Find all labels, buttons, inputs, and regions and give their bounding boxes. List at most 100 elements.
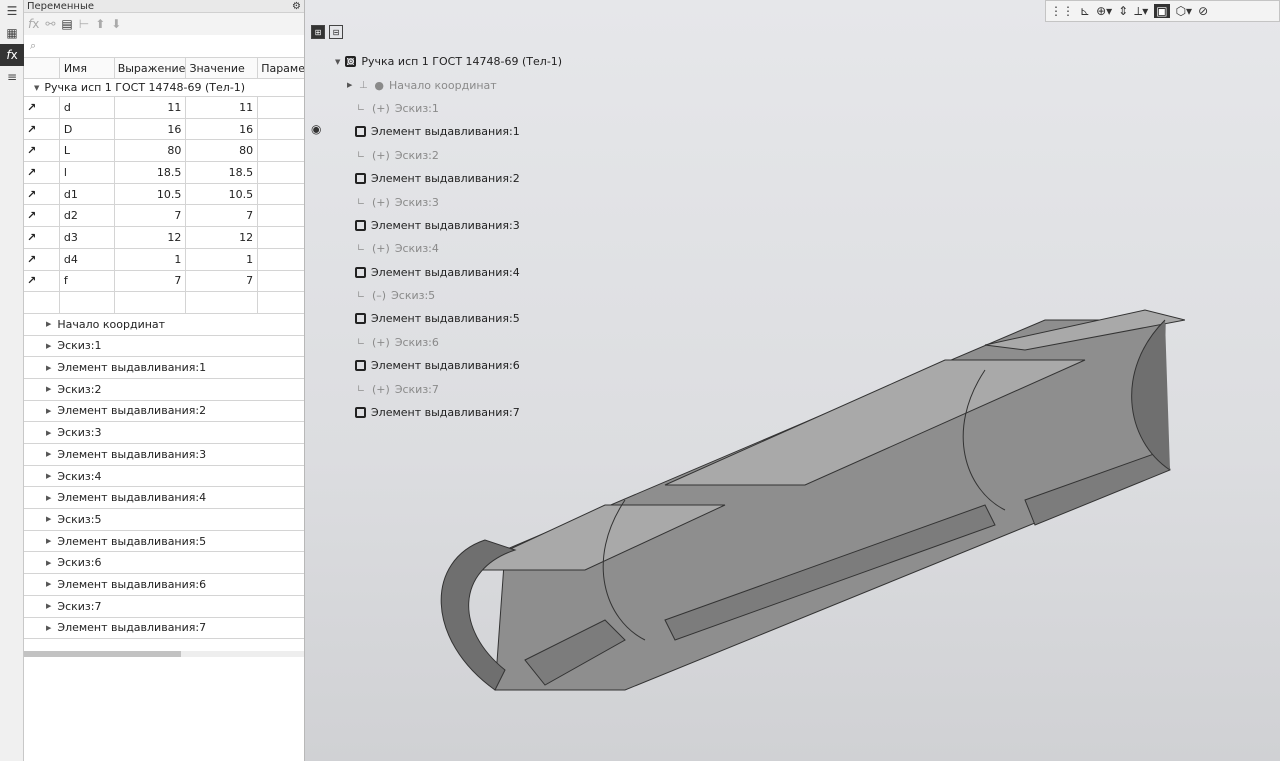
tree-list-icon[interactable]: ⊟ [329,25,343,39]
expand-triangle-icon[interactable]: ▶ [46,559,51,567]
expand-triangle-icon[interactable]: ▶ [46,472,51,480]
tree-sketch-node[interactable]: ∟ (+) Эскиз:3 [335,190,562,213]
3d-model-handle[interactable] [425,300,1185,700]
variable-expression[interactable]: 1 [115,248,187,270]
header-value[interactable]: Значение [186,58,259,78]
variable-name[interactable]: d3 [60,227,115,248]
header-name[interactable]: Имя [60,58,115,78]
expand-triangle-icon[interactable]: ▶ [347,81,352,89]
header-expression[interactable]: Выражение [115,58,187,78]
table-icon[interactable]: ▤ [61,17,72,31]
variable-expression[interactable]: 18.5 [115,162,187,183]
variable-name[interactable]: l [60,162,115,183]
display-cube-icon[interactable]: ▣ [1154,4,1170,18]
variable-name[interactable]: D [60,118,115,140]
hide-icon[interactable]: ⊘ [1198,4,1208,18]
expand-triangle-icon[interactable]: ▶ [46,385,51,393]
variable-name[interactable]: f [60,270,115,292]
expand-triangle-icon[interactable]: ▶ [46,624,51,632]
table-row[interactable]: ↗ d3 12 12 [24,227,304,249]
expand-triangle-icon[interactable]: ▶ [46,342,51,350]
list-item[interactable]: ▶ Элемент выдавливания:3 [24,444,304,466]
expand-triangle-icon[interactable]: ▶ [46,364,51,372]
expand-triangle-icon[interactable]: ▶ [46,450,51,458]
tree-sketch-node[interactable]: ∟ (+) Эскиз:1 [335,97,562,120]
variable-expression[interactable]: 16 [115,118,187,140]
expand-triangle-icon[interactable]: ▶ [46,580,51,588]
tree-sketch-node[interactable]: ∟ (+) Эскиз:4 [335,237,562,260]
list-item[interactable]: ▶ Элемент выдавливания:2 [24,400,304,423]
collapse-triangle-icon[interactable]: ▼ [335,58,340,66]
list-item[interactable]: ▶ Эскиз:5 [24,509,304,531]
table-row[interactable]: ↗ L 80 80 [24,140,304,163]
variable-name[interactable]: d [60,97,115,118]
tree-feature-node[interactable]: Элемент выдавливания:4 [335,261,562,284]
table-row[interactable]: ↗ d1 10.5 10.5 [24,183,304,206]
tree-root[interactable]: ▼ ◎ Ручка исп 1 ГОСТ 14748-69 (Тел-1) [335,50,562,73]
tree-origin[interactable]: ▶ ⊥ ● Начало координат [335,73,562,96]
arrow-up-icon[interactable]: ⬆ [95,17,105,31]
properties-panel-icon[interactable]: ▦ [0,22,24,44]
table-row[interactable]: ↗ d 11 11 [24,97,304,119]
list-item[interactable]: ▶ Элемент выдавливания:1 [24,357,304,379]
variable-expression[interactable]: 80 [115,140,187,162]
settings-gear-icon[interactable]: ⚙ [292,1,301,12]
zoom-icon[interactable]: ⊕▾ [1096,4,1112,18]
expand-triangle-icon[interactable]: ▶ [46,602,51,610]
tree-structure-icon[interactable]: ⊞ [311,25,325,39]
expand-triangle-icon[interactable]: ▶ [46,537,51,545]
visibility-eye-icon[interactable]: ◉ [311,122,321,136]
variable-expression[interactable]: 11 [115,97,187,118]
table-row[interactable]: ↗ f 7 7 [24,270,304,293]
arrow-down-icon[interactable]: ⬇ [111,17,121,31]
link-icon[interactable]: ⚯ [45,17,55,31]
header-parameter[interactable]: Парамет [258,58,304,78]
variable-name[interactable]: d1 [60,183,115,205]
list-item[interactable]: ▶ Начало координат [24,313,304,336]
list-item[interactable]: ▶ Эскиз:2 [24,378,304,401]
empty-table-row[interactable] [24,292,304,314]
expand-triangle-icon[interactable]: ▶ [46,515,51,523]
collapse-triangle-icon[interactable]: ▼ [34,84,39,92]
list-item[interactable]: ▶ Эскиз:7 [24,595,304,618]
table-row[interactable]: ↗ l 18.5 18.5 [24,162,304,184]
3d-viewport[interactable]: ⊞ ⊟ ◉ ▼ ◎ Ручка исп 1 ГОСТ 14748-69 (Тел… [305,0,1280,761]
table-row[interactable]: ↗ d2 7 7 [24,205,304,228]
list-item[interactable]: ▶ Эскиз:1 [24,335,304,358]
list-item[interactable]: ▶ Эскиз:3 [24,422,304,444]
variable-name[interactable]: L [60,140,115,162]
tree-feature-node[interactable]: Элемент выдавливания:3 [335,214,562,237]
function-icon[interactable]: fx [28,17,39,31]
table-row[interactable]: ↗ d4 1 1 [24,248,304,271]
layers-panel-icon[interactable]: ≡ [0,66,24,88]
list-item[interactable]: ▶ Элемент выдавливания:5 [24,530,304,553]
pan-icon[interactable]: ⇕ [1118,4,1128,18]
variables-group-row[interactable]: ▼ Ручка исп 1 ГОСТ 14748-69 (Тел-1) [24,79,304,97]
tree-panel-icon[interactable]: ☰ [0,0,24,22]
orientation-icon[interactable]: ⊾ [1080,4,1090,18]
list-item[interactable]: ▶ Эскиз:4 [24,465,304,488]
list-item[interactable]: ▶ Элемент выдавливания:7 [24,617,304,640]
variable-expression[interactable]: 12 [115,227,187,248]
hierarchy-icon[interactable]: ⊢ [79,17,89,31]
expand-triangle-icon[interactable]: ▶ [46,429,51,437]
grid-icon[interactable]: ⋮⋮ [1050,4,1074,18]
variable-name[interactable]: d2 [60,205,115,227]
list-item[interactable]: ▶ Элемент выдавливания:4 [24,487,304,510]
expand-triangle-icon[interactable]: ▶ [46,494,51,502]
variables-panel-icon[interactable]: fx [0,44,24,66]
tree-sketch-node[interactable]: ∟ (+) Эскиз:2 [335,144,562,167]
variable-expression[interactable]: 7 [115,205,187,227]
list-item[interactable]: ▶ Элемент выдавливания:6 [24,574,304,596]
list-item[interactable]: ▶ Эскиз:6 [24,552,304,575]
tree-feature-node[interactable]: Элемент выдавливания:2 [335,167,562,190]
horizontal-scrollbar[interactable] [24,651,304,657]
wireframe-icon[interactable]: ⬡▾ [1176,4,1193,18]
expand-triangle-icon[interactable]: ▶ [46,320,51,328]
scrollbar-thumb[interactable] [24,651,181,657]
search-field[interactable]: ⌕ [24,35,304,57]
tree-feature-node[interactable]: Элемент выдавливания:1 [335,120,562,143]
variable-expression[interactable]: 7 [115,270,187,292]
variable-name[interactable]: d4 [60,248,115,270]
axes-icon[interactable]: ⟂▾ [1134,4,1148,19]
